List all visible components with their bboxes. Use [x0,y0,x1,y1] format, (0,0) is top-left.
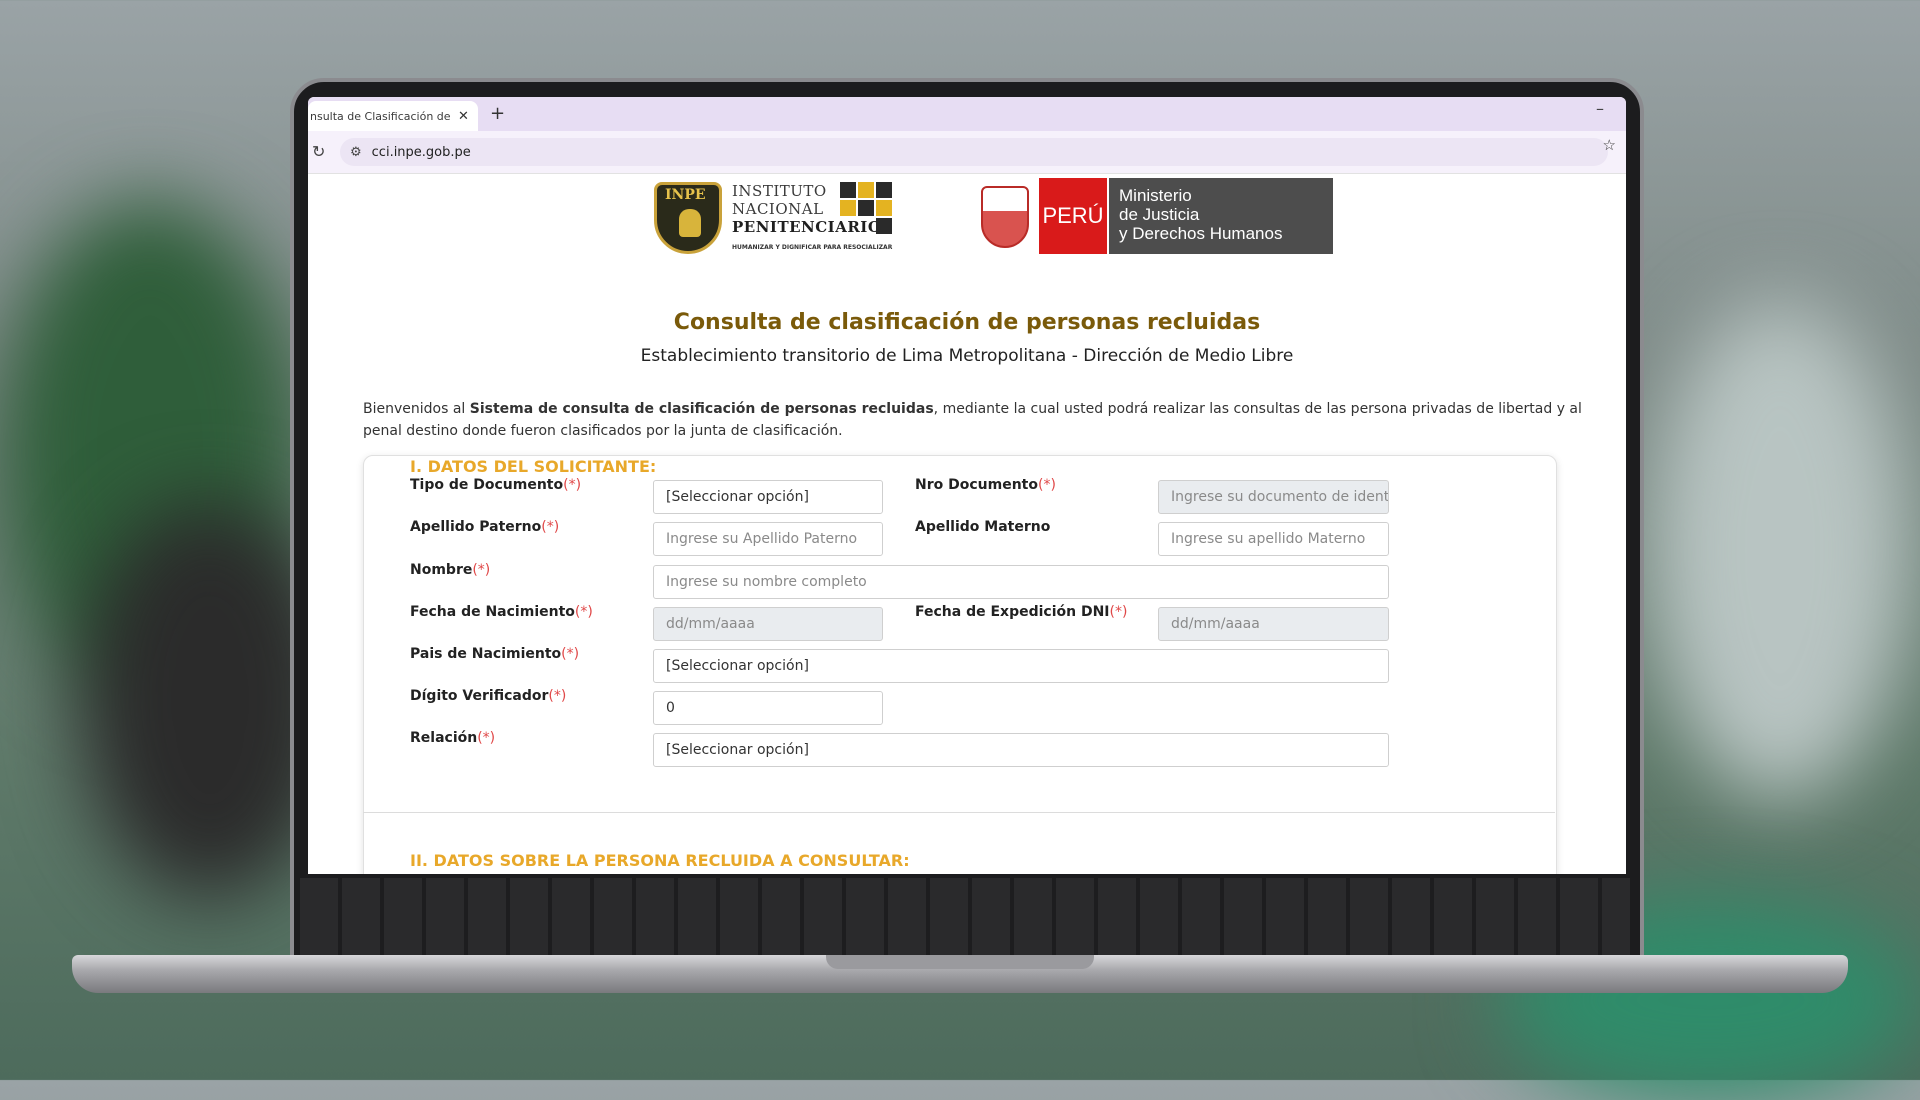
label-nombre: Nombre(*) [410,562,491,578]
label-apellido-materno: Apellido Materno [915,519,1051,535]
section-title-solicitante: I. DATOS DEL SOLICITANTE: [410,457,657,476]
nro-documento-input[interactable]: Ingrese su documento de identi [1158,480,1389,514]
page-title: Consulta de clasificación de personas re… [673,310,1261,335]
peru-label: PERÚ [1039,178,1107,254]
address-bar[interactable]: ⚙ cci.inpe.gob.pe [340,138,1608,166]
close-icon[interactable]: ✕ [458,109,469,124]
intro-bold: Sistema de consulta de clasificación de … [469,401,934,417]
inpe-logo: INPE INSTITUTO NACIONAL PENITENCIARIO HU… [654,178,893,254]
page-subtitle: Establecimiento transitorio de Lima Metr… [640,346,1294,366]
fecha-expedicion-input[interactable]: dd/mm/aaaa [1158,607,1389,641]
label-pais-nacimiento: Pais de Nacimiento(*) [410,646,580,662]
section-title-persona-recluida: II. DATOS SOBRE LA PERSONA RECLUIDA A CO… [410,851,910,870]
laptop-screen: nsulta de Clasificación de Inte ✕ + – ↻ … [308,97,1626,874]
label-relacion: Relación(*) [410,730,496,746]
nombre-input[interactable]: Ingrese su nombre completo [653,565,1389,599]
apellido-materno-input[interactable]: Ingrese su apellido Materno [1158,522,1389,556]
label-nro-documento: Nro Documento(*) [915,477,1056,493]
browser-tab[interactable]: nsulta de Clasificación de Inte ✕ [308,101,478,131]
site-settings-icon[interactable]: ⚙ [350,145,362,160]
pais-nacimiento-select[interactable]: [Seleccionar opción] [653,649,1389,683]
label-apellido-paterno: Apellido Paterno(*) [410,519,560,535]
ministry-line3: y Derechos Humanos [1119,224,1283,243]
minimize-icon[interactable]: – [1596,99,1604,118]
apellido-paterno-input[interactable]: Ingrese su Apellido Paterno [653,522,883,556]
peru-coat-of-arms-icon [981,186,1029,248]
laptop-keyboard [300,878,1630,962]
tipo-documento-select[interactable]: [Seleccionar opción] [653,480,883,514]
background-blur [1650,300,1910,800]
reload-icon[interactable]: ↻ [312,142,325,161]
inpe-shield-icon: INPE [654,182,722,254]
bookmark-star-icon[interactable]: ☆ [1603,136,1616,154]
section-divider [363,812,1555,813]
intro-text: Bienvenidos al Sistema de consulta de cl… [363,398,1583,442]
tab-title: nsulta de Clasificación de Inte [310,109,450,123]
new-tab-icon[interactable]: + [490,103,505,124]
browser-toolbar: ↻ ⚙ cci.inpe.gob.pe ☆ [308,131,1626,174]
relacion-select[interactable]: [Seleccionar opción] [653,733,1389,767]
minjus-logo: PERÚ Ministerio de Justicia y Derechos H… [981,178,1333,254]
label-fecha-nacimiento: Fecha de Nacimiento(*) [410,604,593,620]
ministry-name: Ministerio de Justicia y Derechos Humano… [1107,178,1333,254]
browser-tab-bar: nsulta de Clasificación de Inte ✕ + – [308,97,1626,131]
label-fecha-expedicion: Fecha de Expedición DNI(*) [915,604,1128,620]
laptop-notch [826,955,1094,969]
intro-prefix: Bienvenidos al [363,401,470,417]
digito-verificador-input[interactable]: 0 [653,691,883,725]
inpe-badge-text: INPE [665,187,706,203]
fecha-nacimiento-input[interactable]: dd/mm/aaaa [653,607,883,641]
url-text: cci.inpe.gob.pe [371,144,471,160]
label-tipo-documento: Tipo de Documento(*) [410,477,582,493]
inpe-slogan: HUMANIZAR Y DIGNIFICAR PARA RESOCIALIZAR [732,244,893,251]
label-digito-verificador: Dígito Verificador(*) [410,688,567,704]
inpe-squares-icon [840,182,894,236]
ministry-line2: de Justicia [1119,205,1200,224]
page-content: INPE INSTITUTO NACIONAL PENITENCIARIO HU… [308,174,1626,874]
ministry-line1: Ministerio [1119,186,1192,205]
